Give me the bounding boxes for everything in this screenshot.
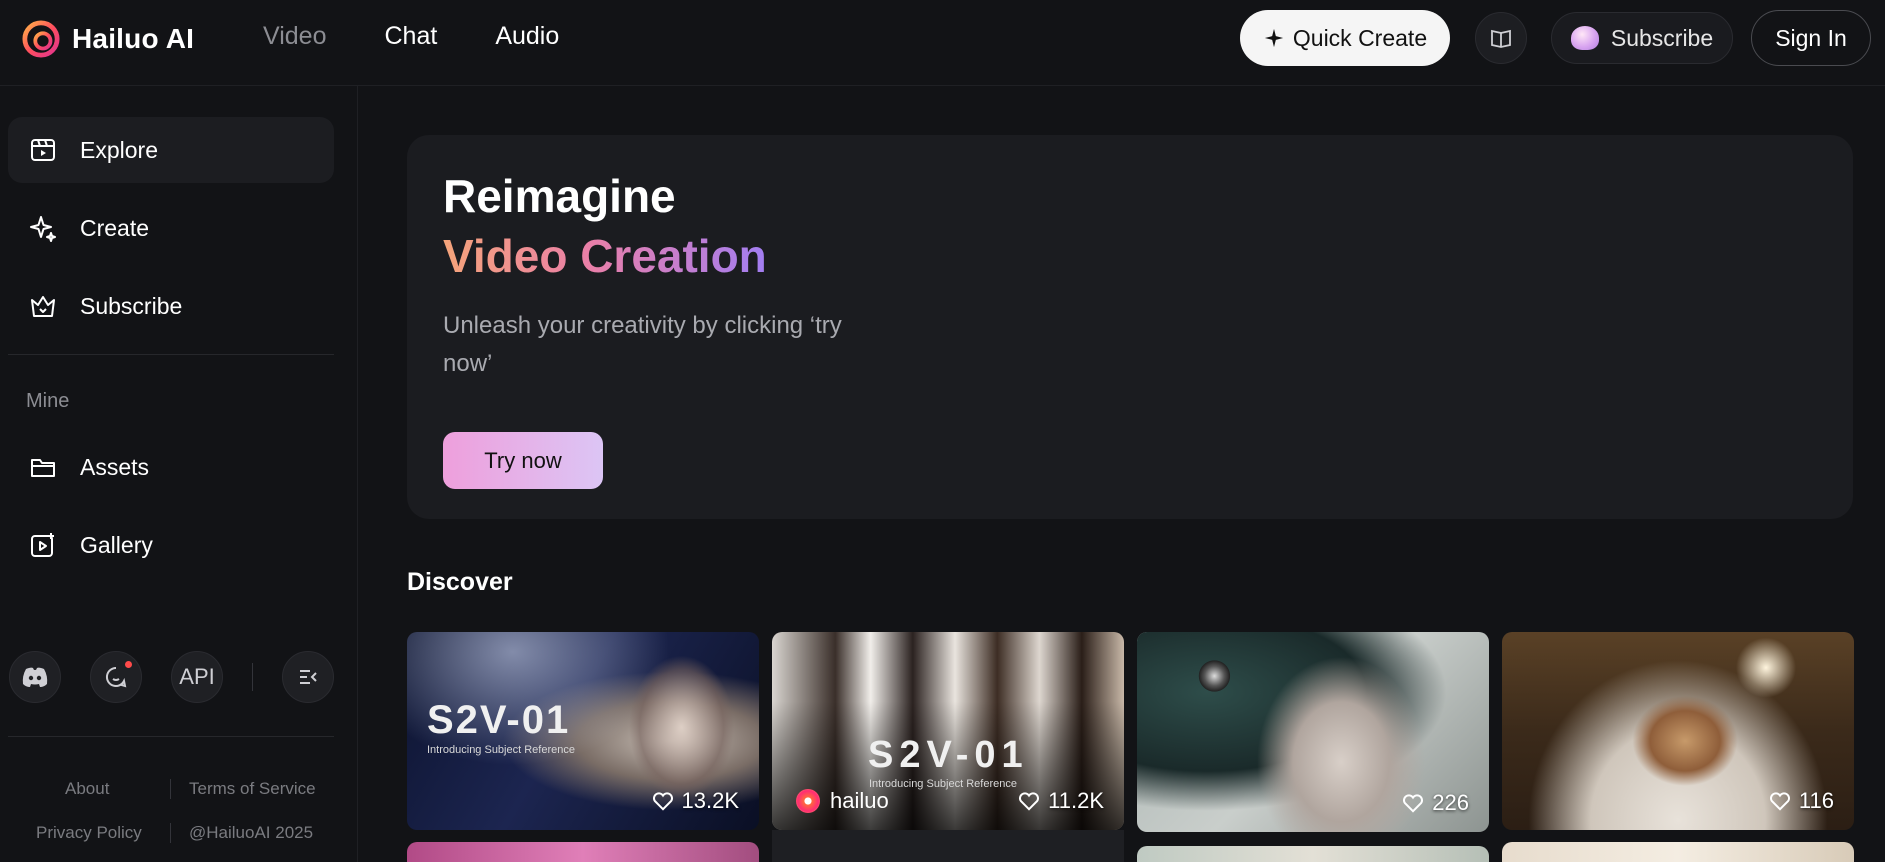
- explore-icon: [28, 135, 58, 165]
- notification-dot: [125, 661, 132, 668]
- video-card[interactable]: 116: [1502, 632, 1854, 830]
- heart-icon: [1403, 794, 1424, 813]
- docs-button[interactable]: [1475, 12, 1527, 64]
- card-overlay-title: S2V-01: [868, 734, 1029, 776]
- sidebar: Explore Create Subscribe Mine Assets Gal…: [0, 86, 358, 862]
- logo[interactable]: Hailuo AI: [22, 20, 194, 58]
- sidebar-item-label: Create: [80, 214, 150, 241]
- nav-video[interactable]: Video: [263, 22, 327, 51]
- sidebar-item-gallery[interactable]: Gallery: [8, 512, 334, 578]
- sidebar-item-assets[interactable]: Assets: [8, 434, 334, 500]
- sidebar-footer-divider: [8, 736, 334, 737]
- hero-banner: Reimagine Video Creation Unleash your cr…: [407, 135, 1853, 519]
- sidebar-item-create[interactable]: Create: [8, 195, 334, 261]
- like-count[interactable]: 226: [1402, 790, 1469, 816]
- mine-section-label: Mine: [26, 390, 70, 412]
- crown-icon: [28, 291, 58, 321]
- sparkle-icon: [1264, 28, 1284, 48]
- folder-icon: [28, 452, 58, 482]
- sparkle-icon: [28, 213, 58, 243]
- shell-icon: [1570, 26, 1599, 50]
- try-now-button[interactable]: Try now: [443, 432, 603, 489]
- hero-title-highlight: Video Creation: [443, 230, 767, 282]
- quick-create-label: Quick Create: [1292, 24, 1428, 51]
- chat-bubble-icon: [105, 666, 127, 688]
- api-label: API: [179, 664, 215, 689]
- sidebar-item-label: Subscribe: [80, 292, 183, 319]
- footer-separator: [170, 823, 171, 843]
- card-overlay-subtitle: Introducing Subject Reference: [427, 744, 575, 756]
- video-card[interactable]: [772, 830, 1124, 862]
- sign-in-button[interactable]: Sign In: [1751, 10, 1871, 66]
- gallery-icon: [28, 530, 58, 560]
- sidebar-item-label: Assets: [80, 453, 150, 480]
- terms-link[interactable]: Terms of Service: [189, 779, 316, 799]
- nav-chat[interactable]: Chat: [385, 22, 438, 51]
- author-avatar: [796, 789, 820, 813]
- top-nav: Video Chat Audio: [263, 22, 617, 51]
- collapse-sidebar-button[interactable]: [282, 651, 334, 703]
- video-card[interactable]: [407, 842, 759, 862]
- collapse-icon: [300, 670, 317, 684]
- top-header: Hailuo AI Video Chat Audio Quick Create …: [0, 0, 1885, 86]
- feedback-button[interactable]: [90, 651, 142, 703]
- hero-subtitle: Unleash your creativity by clicking ‘try…: [443, 312, 842, 377]
- video-card[interactable]: [1502, 842, 1854, 862]
- discord-button[interactable]: [9, 651, 61, 703]
- sign-in-label: Sign In: [1775, 24, 1847, 51]
- button-separator: [252, 663, 253, 691]
- like-count[interactable]: 13.2K: [652, 788, 740, 814]
- book-icon: [1491, 29, 1511, 48]
- video-card[interactable]: 226: [1137, 632, 1489, 832]
- like-count-value: 116: [1798, 788, 1834, 813]
- sidebar-divider: [8, 354, 334, 355]
- heart-icon: [1019, 792, 1040, 811]
- discord-icon: [22, 667, 48, 687]
- video-card[interactable]: S2V-01 Introducing Subject Reference hai…: [772, 632, 1124, 830]
- hero-title: Reimagine: [443, 170, 676, 222]
- like-count-value: 226: [1432, 790, 1469, 815]
- card-overlay-title: S2V-01: [427, 698, 571, 742]
- try-now-label: Try now: [484, 447, 562, 473]
- sidebar-item-subscribe[interactable]: Subscribe: [8, 273, 334, 339]
- heart-icon: [1769, 792, 1790, 811]
- hailuo-logo-icon: [22, 20, 60, 58]
- header-subscribe-button[interactable]: Subscribe: [1551, 12, 1733, 64]
- like-count-value: 13.2K: [681, 788, 740, 813]
- video-card[interactable]: S2V-01 Introducing Subject Reference 13.…: [407, 632, 759, 830]
- api-button[interactable]: API: [171, 651, 223, 703]
- like-count[interactable]: 116: [1769, 788, 1834, 814]
- sidebar-item-label: Explore: [80, 136, 158, 163]
- privacy-link[interactable]: Privacy Policy: [36, 823, 142, 843]
- copyright-text: @HailuoAI 2025: [189, 823, 314, 842]
- nav-audio[interactable]: Audio: [495, 22, 559, 51]
- author-name: hailuo: [830, 788, 889, 813]
- video-card[interactable]: [1137, 846, 1489, 862]
- like-count[interactable]: 11.2K: [1018, 788, 1104, 814]
- about-link[interactable]: About: [65, 779, 109, 799]
- footer-separator: [170, 779, 171, 799]
- heart-icon: [652, 792, 673, 811]
- card-author[interactable]: hailuo: [796, 788, 889, 814]
- discover-title: Discover: [407, 568, 513, 596]
- logo-text: Hailuo AI: [72, 23, 195, 54]
- card-overlay-subtitle: Introducing Subject Reference: [869, 778, 1017, 790]
- sidebar-item-label: Gallery: [80, 531, 153, 558]
- sidebar-item-explore[interactable]: Explore: [8, 117, 334, 183]
- like-count-value: 11.2K: [1048, 788, 1104, 813]
- header-subscribe-label: Subscribe: [1610, 24, 1714, 51]
- quick-create-button[interactable]: Quick Create: [1240, 10, 1450, 66]
